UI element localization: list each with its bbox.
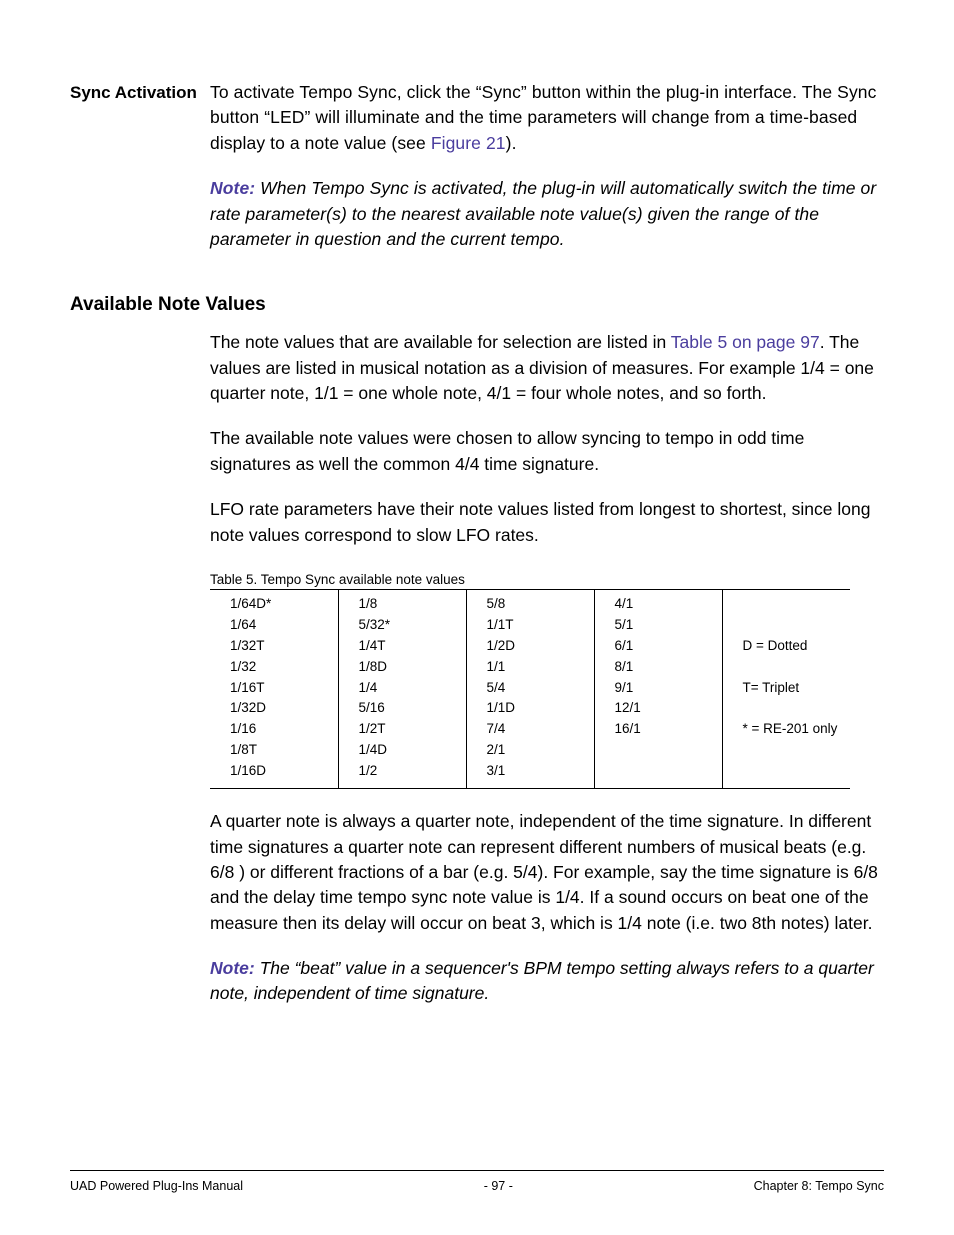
table-value: 2/1	[487, 740, 584, 761]
table-value: 1/1D	[487, 698, 584, 719]
table-cell: 1/64D*1/641/32T1/321/16T1/32D1/161/8T1/1…	[210, 589, 338, 788]
after-table-body: A quarter note is always a quarter note,…	[210, 809, 884, 1007]
text: ).	[506, 133, 517, 153]
table-value: 16/1	[615, 719, 712, 740]
table-value: 4/1	[615, 594, 712, 615]
after-table-p1: A quarter note is always a quarter note,…	[210, 809, 884, 936]
table-value: 1/8T	[230, 740, 328, 761]
footer-center: - 97 -	[484, 1179, 513, 1193]
table-value: 6/1	[615, 636, 712, 657]
note-label: Note:	[210, 958, 255, 978]
table-cell: 1/85/32*1/4T1/8D1/45/161/2T1/4D1/2	[338, 589, 466, 788]
table-value: 3/1	[487, 761, 584, 782]
side-heading-sync-activation: Sync Activation	[70, 80, 210, 105]
table-value: 1/32T	[230, 636, 328, 657]
section-heading-available-note-values: Available Note Values	[70, 294, 884, 316]
table-value: 7/4	[487, 719, 584, 740]
table-value: 5/32*	[359, 615, 456, 636]
footer-left: UAD Powered Plug-Ins Manual	[70, 1179, 243, 1193]
note-label: Note:	[210, 178, 255, 198]
table-value: 1/4	[359, 678, 456, 699]
text: To activate Tempo Sync, click the “Sync”…	[210, 82, 876, 153]
note-values-table: 1/64D*1/641/32T1/321/16T1/32D1/161/8T1/1…	[210, 589, 850, 789]
link-table-5[interactable]: Table 5 on page 97	[671, 332, 820, 352]
sync-activation-p1: To activate Tempo Sync, click the “Sync”…	[210, 80, 884, 156]
table-cell: D = Dotted T= Triplet * = RE-201 only	[722, 589, 850, 788]
table-value: 5/1	[615, 615, 712, 636]
after-table-note: Note: The “beat” value in a sequencer's …	[210, 956, 884, 1007]
table-value: * = RE-201 only	[743, 719, 841, 740]
table-value	[743, 657, 841, 678]
table-value: 5/16	[359, 698, 456, 719]
anv-p1: The note values that are available for s…	[210, 330, 884, 406]
sync-activation-note: Note: When Tempo Sync is activated, the …	[210, 176, 884, 252]
table-value: D = Dotted	[743, 636, 841, 657]
table-cell: 4/15/16/18/19/112/116/1	[594, 589, 722, 788]
table-value: 1/64D*	[230, 594, 328, 615]
page-footer: UAD Powered Plug-Ins Manual - 97 - Chapt…	[70, 1170, 884, 1193]
table-value: 8/1	[615, 657, 712, 678]
page: Sync Activation To activate Tempo Sync, …	[0, 0, 954, 1235]
table-value: 1/32	[230, 657, 328, 678]
table-value: 1/16T	[230, 678, 328, 699]
footer-right: Chapter 8: Tempo Sync	[754, 1179, 884, 1193]
table-value: 9/1	[615, 678, 712, 699]
table-value: 1/8	[359, 594, 456, 615]
table-value: 1/64	[230, 615, 328, 636]
anv-p2: The available note values were chosen to…	[210, 426, 884, 477]
note-text: When Tempo Sync is activated, the plug-i…	[210, 178, 876, 249]
available-note-values-body: The note values that are available for s…	[210, 330, 884, 548]
table-value: 5/4	[487, 678, 584, 699]
table-caption: Table 5. Tempo Sync available note value…	[210, 572, 884, 587]
table-value: 1/4D	[359, 740, 456, 761]
table-value: 1/4T	[359, 636, 456, 657]
body-sync-activation: To activate Tempo Sync, click the “Sync”…	[210, 80, 884, 272]
section-sync-activation: Sync Activation To activate Tempo Sync, …	[70, 80, 884, 272]
table-value: 1/1T	[487, 615, 584, 636]
table-value: 1/2T	[359, 719, 456, 740]
table-value: 12/1	[615, 698, 712, 719]
anv-p3: LFO rate parameters have their note valu…	[210, 497, 884, 548]
table-value: 1/32D	[230, 698, 328, 719]
table-value: 1/8D	[359, 657, 456, 678]
text: The note values that are available for s…	[210, 332, 671, 352]
table-value	[743, 615, 841, 636]
link-figure-21[interactable]: Figure 21	[431, 133, 506, 153]
table-value	[743, 594, 841, 615]
table-value: 1/2	[359, 761, 456, 782]
table-value: T= Triplet	[743, 678, 841, 699]
table-value: 5/8	[487, 594, 584, 615]
table-value: 1/16	[230, 719, 328, 740]
note-text: The “beat” value in a sequencer's BPM te…	[210, 958, 874, 1003]
table-value: 1/2D	[487, 636, 584, 657]
table-cell: 5/81/1T1/2D1/15/41/1D7/42/13/1	[466, 589, 594, 788]
table-value: 1/1	[487, 657, 584, 678]
table-value: 1/16D	[230, 761, 328, 782]
table-value	[743, 698, 841, 719]
